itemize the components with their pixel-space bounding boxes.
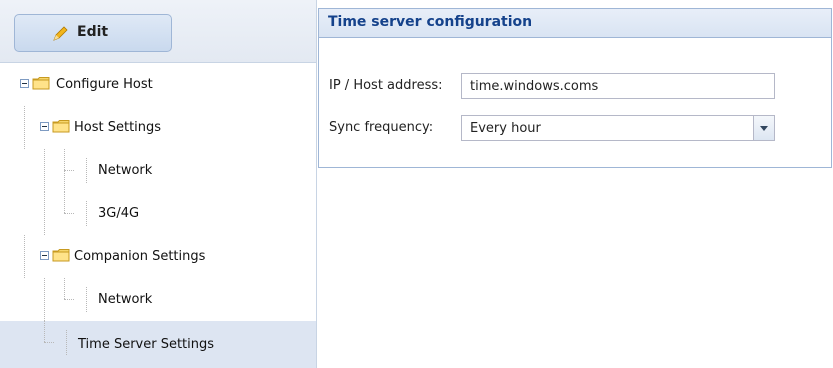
collapse-icon[interactable] [40,122,49,131]
collapse-icon[interactable] [40,251,49,260]
toolbar: Edit [0,0,316,63]
tree-label: Network [98,292,153,307]
tree-guide-line [64,170,74,171]
sync-frequency-value: Every hour [470,121,541,136]
collapse-icon[interactable] [20,79,29,88]
ip-host-label: IP / Host address: [329,78,443,93]
tree-node-host-settings[interactable]: Host Settings [0,106,316,149]
tree-guide-line [44,149,45,192]
tree-guide-line [24,106,25,149]
tree-label: Companion Settings [74,249,206,264]
tree-separator [86,287,87,312]
panel-header: Time server configuration [319,9,831,38]
edit-button-label: Edit [77,24,109,40]
tree-label: Configure Host [56,77,153,92]
left-panel: Edit Configure Host Host Settings Networ… [0,0,317,368]
folder-icon [32,77,50,90]
tree-separator [66,330,67,355]
tree-node-companion-settings[interactable]: Companion Settings [0,235,316,278]
pencil-icon [53,26,68,41]
sync-frequency-select[interactable]: Every hour [461,115,775,141]
folder-icon [52,120,70,133]
edit-button[interactable]: Edit [14,14,172,52]
tree-guide-line [44,342,54,343]
tree-guide-line [64,299,74,300]
folder-icon [52,249,70,262]
tree-separator [86,158,87,183]
tree-guide-line [64,278,65,299]
tree-guide-line [44,321,45,342]
tree-separator [86,201,87,226]
chevron-down-icon[interactable] [753,116,774,140]
tree-guide-line [64,213,74,214]
tree-label: Host Settings [74,120,162,135]
tree-node-host-network[interactable]: Network [0,149,316,192]
panel-title: Time server configuration [328,14,533,30]
time-server-panel: Time server configuration IP / Host addr… [318,8,832,168]
tree-guide-line [24,235,25,278]
tree-guide-line [64,192,65,213]
tree-node-configure-host[interactable]: Configure Host [0,63,316,106]
tree-node-companion-network[interactable]: Network [0,278,316,321]
tree-node-3g-4g[interactable]: 3G/4G [0,192,316,235]
tree-label: Time Server Settings [78,337,215,352]
ip-host-input[interactable] [461,73,775,99]
tree-label: 3G/4G [98,206,140,221]
tree-guide-line [44,192,45,235]
tree-label: Network [98,163,153,178]
tree-node-time-server-settings[interactable]: Time Server Settings [0,321,316,368]
sync-frequency-label: Sync frequency: [329,120,434,135]
tree-guide-line [44,278,45,321]
